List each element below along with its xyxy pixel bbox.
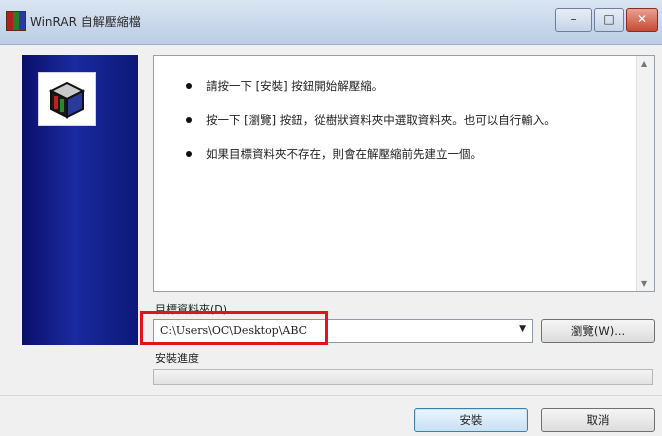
scroll-down-icon[interactable]: ▼ [641, 279, 647, 288]
instruction-item: 請按一下 [安裝] 按鈕開始解壓縮。 [184, 78, 624, 94]
maximize-button[interactable]: □ [594, 8, 624, 32]
close-button[interactable]: ✕ [626, 8, 658, 32]
bullet-icon [186, 117, 192, 123]
winrar-sfx-window: WinRAR 自解壓縮檔 – □ ✕ 請按一下 [安裝] 按鈕開始解壓縮。 按一… [0, 0, 662, 436]
instructions-panel: 請按一下 [安裝] 按鈕開始解壓縮。 按一下 [瀏覽] 按鈕，從樹狀資料夾中選取… [153, 55, 655, 292]
minimize-button[interactable]: – [555, 8, 592, 32]
cancel-button[interactable]: 取消 [541, 408, 655, 432]
winrar-app-icon [6, 11, 26, 31]
progress-label: 安裝進度 [155, 352, 199, 365]
bullet-icon [186, 151, 192, 157]
footer-separator [0, 395, 662, 396]
browse-button[interactable]: 瀏覽(W)... [541, 319, 655, 343]
dropdown-arrow-icon[interactable]: ▼ [519, 324, 526, 334]
instruction-item: 如果目標資料夾不存在，則會在解壓縮前先建立一個。 [184, 146, 624, 162]
destination-highlight-box [140, 311, 328, 345]
title-bar[interactable]: WinRAR 自解壓縮檔 – □ ✕ [0, 0, 662, 45]
install-button[interactable]: 安裝 [414, 408, 528, 432]
bullet-icon [186, 83, 192, 89]
winrar-logo-icon [38, 72, 96, 126]
vertical-scrollbar[interactable]: ▲ ▼ [636, 56, 654, 291]
instruction-item: 按一下 [瀏覽] 按鈕，從樹狀資料夾中選取資料夾。也可以自行輸入。 [184, 112, 624, 128]
install-progress-bar [153, 369, 653, 385]
scroll-up-icon[interactable]: ▲ [641, 59, 647, 68]
window-title: WinRAR 自解壓縮檔 [30, 15, 141, 29]
instructions-list: 請按一下 [安裝] 按鈕開始解壓縮。 按一下 [瀏覽] 按鈕，從樹狀資料夾中選取… [184, 78, 624, 180]
